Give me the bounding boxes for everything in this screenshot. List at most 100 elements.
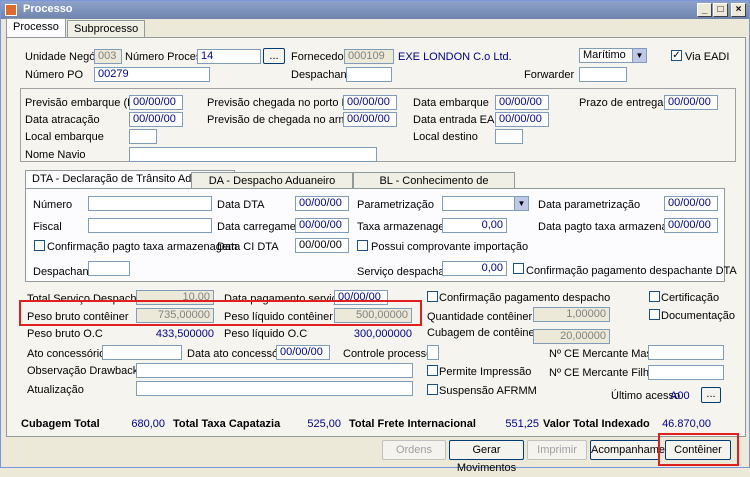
unidade-input[interactable]: 003: [94, 49, 122, 64]
ultimo-acesso-lookup-button[interactable]: ...: [701, 387, 721, 403]
fornecedor-code-input[interactable]: 000109: [344, 49, 394, 64]
numero-po-input[interactable]: 00279: [94, 67, 210, 82]
data-ato-label: Data ato concessório: [187, 348, 291, 360]
parametrizacao-label: Parametrização: [357, 199, 435, 211]
prev-embarque-input[interactable]: 00/00/00: [129, 95, 183, 110]
gerar-movimentos-button[interactable]: Gerar Movimentos: [449, 440, 524, 474]
chevron-down-icon[interactable]: ▼: [632, 49, 646, 62]
data-dta-input[interactable]: 00/00/00: [295, 196, 349, 211]
peso-liquido-input[interactable]: 500,00000: [334, 308, 412, 323]
ato-concessorio-input[interactable]: [102, 345, 182, 360]
documentacao-checkbox[interactable]: [649, 309, 660, 320]
conteiner-button[interactable]: Contêiner: [665, 440, 731, 460]
peso-liquido-oc-value: 300,000000: [353, 328, 412, 340]
confirmacao-pagamento-despacho-label: Confirmação pagamento despacho: [439, 292, 611, 304]
window-title: Processo: [23, 3, 73, 15]
data-pagto-taxa-input[interactable]: 00/00/00: [664, 218, 718, 233]
quantidade-conteiner-label: Quantidade contêiner: [427, 311, 533, 323]
data-carregamento-input[interactable]: 00/00/00: [295, 218, 349, 233]
subtab-bl[interactable]: BL - Conhecimento de Embarque: [353, 172, 515, 199]
ce-master-input[interactable]: [648, 345, 724, 360]
peso-liquido-label: Peso líquido contêiner: [224, 311, 333, 323]
local-destino-label: Local destino: [413, 131, 478, 143]
prazo-entrega-input[interactable]: 00/00/00: [664, 95, 718, 110]
possui-comprovante-checkbox[interactable]: [357, 240, 368, 251]
permite-impressao-label: Permite Impressão: [439, 366, 532, 378]
via-eadi-checkbox[interactable]: ✓: [671, 50, 682, 61]
permite-impressao-checkbox[interactable]: [427, 365, 438, 376]
despachante-input[interactable]: [346, 67, 392, 82]
data-entrada-eadi-input[interactable]: 00/00/00: [495, 112, 549, 127]
tab-subprocesso[interactable]: Subprocesso: [67, 20, 146, 37]
servico-despachante-input[interactable]: 0,00: [442, 261, 507, 276]
data-ci-dta-input[interactable]: 00/00/00: [295, 238, 349, 253]
obs-drawback-label: Observação Drawback: [27, 365, 139, 377]
data-entrada-eadi-label: Data entrada EADI: [413, 114, 506, 126]
imprimir-button[interactable]: Imprimir: [527, 440, 587, 460]
quantidade-conteiner-input[interactable]: 1,00000: [533, 307, 610, 322]
frete-label: Total Frete Internacional: [349, 418, 476, 430]
peso-bruto-input[interactable]: 735,00000: [136, 308, 214, 323]
data-dta-label: Data DTA: [217, 199, 265, 211]
forwarder-input[interactable]: [579, 67, 627, 82]
data-embarque-input[interactable]: 00/00/00: [495, 95, 549, 110]
dta-despachante-input[interactable]: [88, 261, 130, 276]
process-window: Processo _ □ × Processo Subprocesso Unid…: [0, 0, 750, 474]
local-destino-input[interactable]: [495, 129, 523, 144]
acompanhamento-button[interactable]: Acompanhamento: [590, 440, 680, 460]
fiscal-input[interactable]: [88, 218, 212, 233]
data-atracacao-input[interactable]: 00/00/00: [129, 112, 183, 127]
ce-filhote-input[interactable]: [648, 365, 724, 380]
minimize-icon[interactable]: _: [697, 3, 712, 17]
close-icon[interactable]: ×: [731, 3, 746, 17]
numero-processo-input[interactable]: 14: [197, 49, 261, 64]
peso-bruto-label: Peso bruto contêiner: [27, 311, 129, 323]
ultimo-acesso-value: A00: [670, 390, 690, 402]
parametrizacao-select[interactable]: ▼: [442, 196, 529, 211]
cubagem-conteineres-input[interactable]: 20,00000: [533, 329, 610, 344]
taxa-armazenagem-input[interactable]: 0,00: [442, 218, 507, 233]
certificacao-checkbox[interactable]: [649, 291, 660, 302]
maximize-icon[interactable]: □: [713, 3, 728, 17]
processo-lookup-button[interactable]: ...: [263, 48, 285, 64]
data-ato-input[interactable]: 00/00/00: [276, 345, 330, 360]
suspensao-checkbox[interactable]: [427, 384, 438, 395]
tab-processo[interactable]: Processo: [6, 18, 66, 37]
prazo-entrega-label: Prazo de entrega: [579, 97, 664, 109]
valor-indexado-value: 46.870,00: [662, 418, 711, 430]
dta-numero-label: Número: [33, 199, 73, 211]
confirmacao-pagamento-dta-label: Confirmação pagamento despachante DTA: [526, 265, 737, 277]
confirmacao-pagamento-dta-checkbox[interactable]: [513, 263, 524, 274]
app-icon: [5, 4, 17, 16]
peso-liquido-oc-label: Peso líquido O.C: [224, 328, 308, 340]
title-bar: Processo _ □ ×: [1, 1, 749, 19]
controle-processo-input[interactable]: [427, 345, 439, 360]
via-eadi-label: Via EADI: [685, 51, 730, 63]
numero-po-label: Número PO: [25, 69, 84, 81]
fiscal-label: Fiscal: [33, 221, 62, 233]
obs-drawback-input[interactable]: [136, 363, 413, 378]
dta-numero-input[interactable]: [88, 196, 212, 211]
data-atracacao-label: Data atracação: [25, 114, 100, 126]
prev-chegada-porto-input[interactable]: 00/00/00: [343, 95, 397, 110]
peso-bruto-oc-label: Peso bruto O.C: [27, 328, 103, 340]
prev-chegada-porto-label: Previsão chegada no porto ETA: [207, 97, 363, 109]
chevron-down-icon[interactable]: ▼: [514, 197, 528, 210]
prev-chegada-armazem-input[interactable]: 00/00/00: [343, 112, 397, 127]
local-embarque-input[interactable]: [129, 129, 157, 144]
certificacao-label: Certificação: [661, 292, 720, 304]
frete-value: 551,25: [505, 418, 539, 430]
possui-comprovante-label: Possui comprovante importação: [371, 241, 529, 253]
atualizacao-input[interactable]: [136, 381, 413, 396]
peso-bruto-oc-value: 433,500000: [155, 328, 214, 340]
modal-select-value: Marítimo: [583, 49, 626, 61]
cubagem-total-label: Cubagem Total: [21, 418, 100, 430]
confirmacao-pagamento-despacho-checkbox[interactable]: [427, 291, 438, 302]
data-parametrizacao-input[interactable]: 00/00/00: [664, 196, 718, 211]
modal-select[interactable]: Marítimo ▼: [579, 48, 647, 63]
ordens-button[interactable]: Ordens: [382, 440, 446, 460]
confirmacao-pagto-taxa-checkbox[interactable]: [34, 240, 45, 251]
subtab-da[interactable]: DA - Despacho Aduaneiro: [191, 172, 353, 189]
nome-navio-input[interactable]: [129, 147, 377, 162]
documentacao-label: Documentação: [661, 310, 735, 322]
